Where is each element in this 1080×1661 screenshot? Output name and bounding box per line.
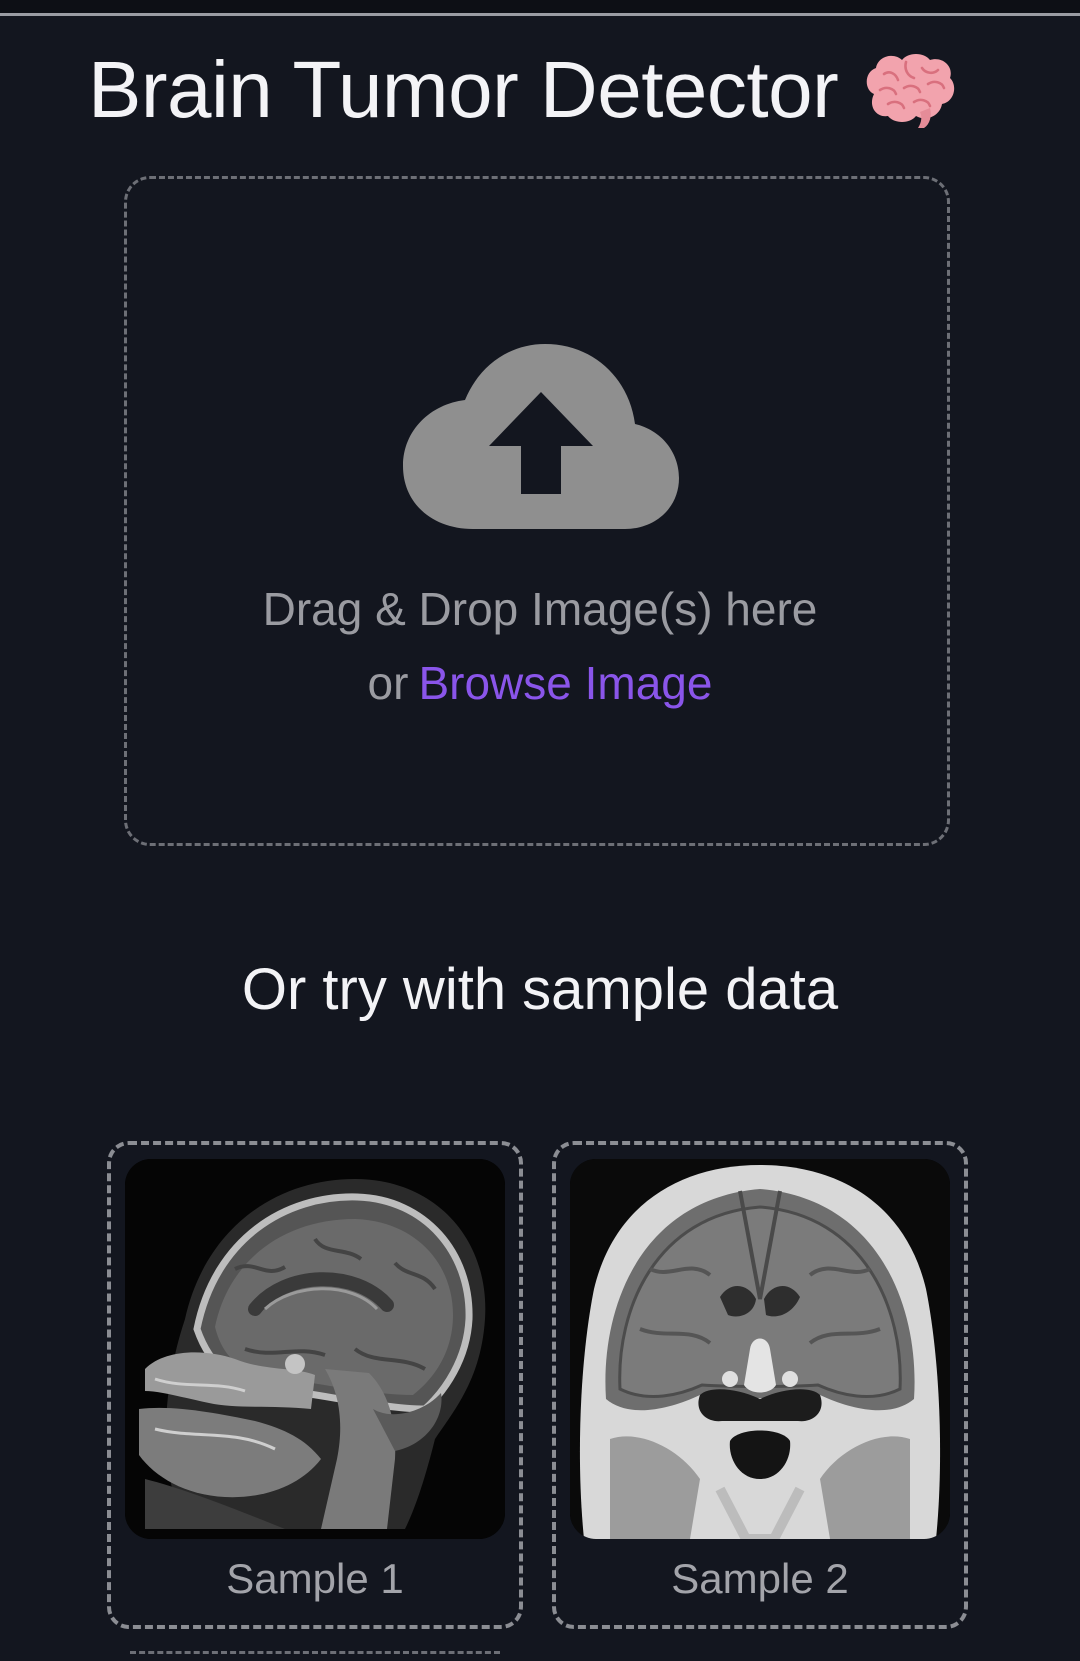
sample-card-1[interactable]: Sample 1 — [107, 1141, 523, 1629]
sample-2-label: Sample 2 — [671, 1555, 849, 1602]
cloud-upload-icon — [403, 344, 679, 529]
sample-card-2[interactable]: Sample 2 — [552, 1141, 968, 1629]
page-title: Brain Tumor Detector — [88, 45, 839, 134]
or-text: or — [367, 657, 409, 709]
sample-1-mri-image — [125, 1159, 505, 1539]
brain-icon — [867, 54, 955, 128]
image-dropzone[interactable] — [124, 176, 950, 846]
drag-drop-text: Drag & Drop Image(s) here — [262, 583, 818, 635]
browse-row: or Browse Image — [0, 656, 1080, 710]
next-sample-card-edge — [130, 1651, 500, 1661]
sample-2-mri-image — [570, 1159, 950, 1539]
top-divider — [0, 0, 1080, 16]
page-header: Brain Tumor Detector — [88, 40, 956, 140]
sample-data-heading: Or try with sample data — [241, 957, 839, 1022]
browse-image-link[interactable]: Browse Image — [418, 657, 712, 709]
sample-1-label: Sample 1 — [226, 1555, 404, 1602]
